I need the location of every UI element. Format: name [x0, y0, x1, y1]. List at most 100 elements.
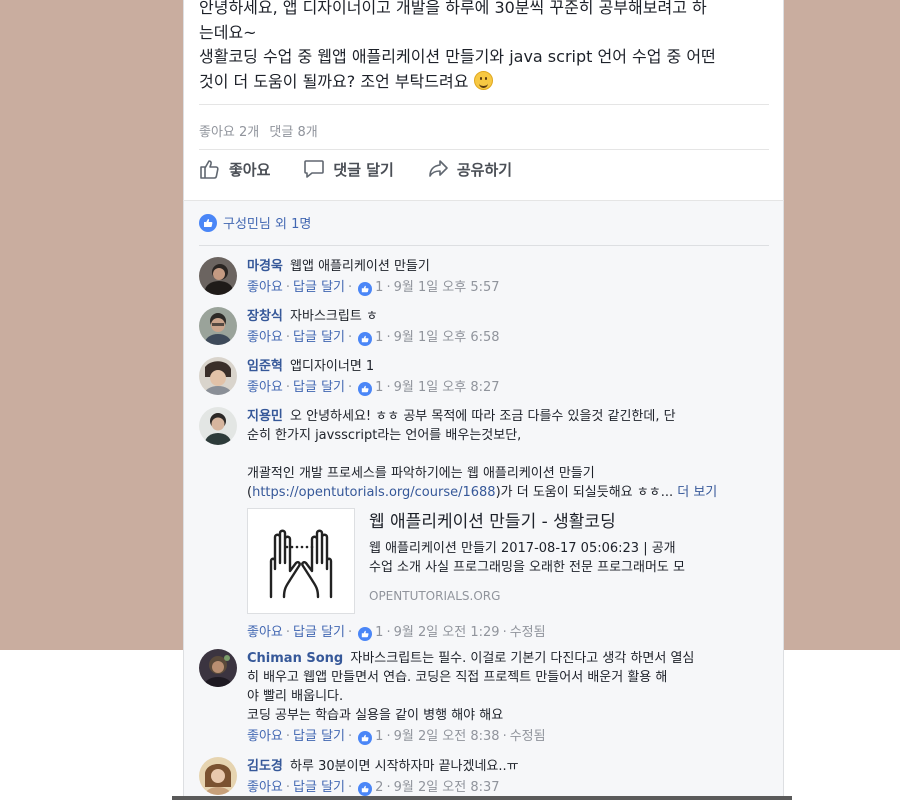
comment-author[interactable]: 마경욱: [247, 259, 283, 274]
comment-time[interactable]: 9월 1일 오후 8:27: [394, 380, 500, 395]
comment-time[interactable]: 9월 2일 오전 8:38: [394, 729, 500, 744]
comment-text: 오 안녕하세요! ㅎㅎ 공부 목적에 따라 조금 다를수 있을것 같긴한데, 단: [290, 409, 676, 424]
preview-image: [247, 508, 355, 614]
comment-meta: 좋아요 · 답글 달기 · 1 · 9월 2일 오전 1:29 · 수정됨: [247, 623, 762, 643]
avatar[interactable]: [199, 257, 237, 295]
like-badge-icon: [358, 382, 373, 396]
comment-author[interactable]: Chiman Song: [247, 651, 343, 666]
comment-text-with-link: (https://opentutorials.org/course/1688)가…: [247, 485, 718, 500]
comment-text: 히 배우고 웹앱 만들면서 연습. 코딩은 직접 프로젝트 만들어서 배운거 활…: [247, 670, 668, 685]
comment-author[interactable]: 지용민: [247, 409, 283, 424]
comment-like-link[interactable]: 좋아요: [247, 280, 283, 295]
like-badge-icon: [358, 282, 373, 296]
comment-reply-link[interactable]: 답글 달기: [293, 380, 345, 395]
comment-like-count[interactable]: 1: [375, 280, 383, 295]
comment-reply-link[interactable]: 답글 달기: [293, 780, 345, 795]
separator: ·: [386, 380, 391, 395]
comment-body: 지용민 오 안녕하세요! ㅎㅎ 공부 목적에 따라 조금 다를수 있을것 같긴한…: [247, 407, 762, 643]
comment-like-count[interactable]: 1: [375, 729, 383, 744]
comment-text: 앱디자이너면 1: [290, 359, 375, 374]
liked-by-row[interactable]: 구성민님 외 1명: [199, 213, 311, 232]
comment-body: Chiman Song 자바스크립트는 필수. 이걸로 기본기 다진다고 생각 …: [247, 649, 762, 747]
comment-button[interactable]: 댓글 달기: [303, 158, 394, 180]
comment-url-link[interactable]: https://opentutorials.org/course/1688: [252, 485, 496, 500]
post-body: 안녕하세요, 앱 디자이너이고 개발을 하루에 30분씩 꾸준히 공부해보려고 …: [199, 0, 774, 94]
comment-meta: 좋아요 · 답글 달기 · 1 · 9월 1일 오후 6:58: [247, 328, 762, 348]
separator: ·: [285, 780, 291, 795]
comment-reply-link[interactable]: 답글 달기: [293, 330, 345, 345]
smile-emoji-icon: [473, 70, 493, 90]
comment-time[interactable]: 9월 1일 오후 5:57: [394, 280, 500, 295]
preview-title: 웹 애플리케이션 만들기 - 생활코딩: [369, 512, 616, 532]
share-icon: [429, 160, 448, 177]
separator: ·: [386, 330, 391, 345]
divider: [199, 149, 769, 150]
comment-like-count[interactable]: 2: [375, 780, 383, 795]
comment-body: 마경욱 웹앱 애플리케이션 만들기 좋아요 · 답글 달기 · 1 · 9월 1일 오후 5…: [247, 257, 762, 298]
comment-count-link[interactable]: 댓글 8개: [269, 125, 317, 140]
hands-icon: [269, 529, 333, 599]
comment-time[interactable]: 9월 1일 오후 6:58: [394, 330, 500, 345]
comment-like-link[interactable]: 좋아요: [247, 625, 283, 640]
separator: ·: [348, 280, 353, 295]
link-preview[interactable]: 웹 애플리케이션 만들기 - 생활코딩 웹 애플리케이션 만들기 2017-08…: [247, 508, 687, 614]
preview-domain: OPENTUTORIALS.ORG: [369, 589, 501, 603]
separator: ·: [348, 729, 353, 744]
comment-like-count[interactable]: 1: [375, 625, 383, 640]
like-badge-icon: [358, 332, 373, 346]
separator: ·: [348, 625, 353, 640]
avatar[interactable]: [199, 407, 237, 445]
comment-time[interactable]: 9월 2일 오전 1:29: [394, 625, 500, 640]
comment-time[interactable]: 9월 2일 오전 8:37: [394, 780, 500, 795]
comment-reply-link[interactable]: 답글 달기: [293, 729, 345, 744]
edited-label[interactable]: 수정됨: [510, 729, 546, 744]
comment-author[interactable]: 임준혁: [247, 359, 283, 374]
comment-body: 장창식 자바스크립트 ㅎ 좋아요 · 답글 달기 · 1 · 9월 1일 오후 6:58: [247, 307, 762, 348]
share-button[interactable]: 공유하기: [427, 158, 512, 180]
avatar[interactable]: [199, 649, 237, 687]
comment-author[interactable]: 김도경: [247, 759, 283, 774]
comment-text: 야 빨리 배웁니다.: [247, 689, 344, 704]
like-count-link[interactable]: 좋아요 2개: [199, 125, 259, 140]
comment-reply-link[interactable]: 답글 달기: [293, 625, 345, 640]
post-line-4-text: 것이 더 도움이 될까요? 조언 부탁드려요: [199, 71, 469, 91]
post-line-4: 것이 더 도움이 될까요? 조언 부탁드려요: [199, 70, 774, 95]
comment-like-link[interactable]: 좋아요: [247, 330, 283, 345]
like-badge-icon: [358, 782, 373, 796]
see-more-link[interactable]: 더 보기: [677, 485, 717, 500]
comment-body: 임준혁 앱디자이너면 1 좋아요 · 답글 달기 · 1 · 9월 1일 오후 8:27: [247, 357, 762, 398]
avatar[interactable]: [199, 307, 237, 345]
comment-like-count[interactable]: 1: [375, 330, 383, 345]
comment-text: 하루 30분이면 시작하자마 끝나겠네요..ㅠ: [290, 759, 519, 774]
comments-section: 구성민님 외 1명 마경욱 웹앱 애플리케이션 만들기 좋아요 · 답글 달기 · 1 ·…: [183, 200, 784, 800]
avatar[interactable]: [199, 357, 237, 395]
comment-text: 순히 한가지 javsscript라는 언어를 배우는것보단,: [247, 428, 522, 443]
avatar[interactable]: [199, 757, 237, 795]
separator: ·: [386, 780, 391, 795]
comment-like-link[interactable]: 좋아요: [247, 380, 283, 395]
post-stats: 좋아요 2개 댓글 8개: [199, 121, 324, 140]
liked-by-text: 구성민님 외 1명: [223, 217, 312, 232]
edited-label[interactable]: 수정됨: [510, 625, 546, 640]
separator: ·: [502, 625, 507, 640]
like-badge-icon: [358, 731, 373, 745]
comment-text: 자바스크립트는 필수. 이걸로 기본기 다진다고 생각 하면서 열심: [350, 651, 695, 666]
like-button[interactable]: 좋아요: [199, 158, 270, 180]
comment-icon: [304, 160, 325, 178]
comment-like-count[interactable]: 1: [375, 380, 383, 395]
post-actions: 좋아요 댓글 달기 공유하기: [199, 158, 545, 180]
separator: ·: [348, 780, 353, 795]
comment-text: 코딩 공부는 학습과 실용을 같이 병행 해야 해요: [247, 708, 504, 723]
post-line-3: 생활코딩 수업 중 웹앱 애플리케이션 만들기와 java script 언어 …: [199, 47, 716, 66]
comment-like-link[interactable]: 좋아요: [247, 729, 283, 744]
comment-meta: 좋아요 · 답글 달기 · 1 · 9월 1일 오후 5:57: [247, 278, 762, 298]
separator: ·: [502, 729, 507, 744]
comment-reply-link[interactable]: 답글 달기: [293, 280, 345, 295]
comment-like-link[interactable]: 좋아요: [247, 780, 283, 795]
comment-author[interactable]: 장창식: [247, 309, 283, 324]
separator: ·: [386, 625, 391, 640]
comment-button-label: 댓글 달기: [333, 160, 394, 179]
post-line-2: 는데요~: [199, 22, 257, 42]
separator: ·: [386, 729, 391, 744]
preview-description: 웹 애플리케이션 만들기 2017-08-17 05:06:23 | 공개 수업…: [369, 541, 685, 575]
